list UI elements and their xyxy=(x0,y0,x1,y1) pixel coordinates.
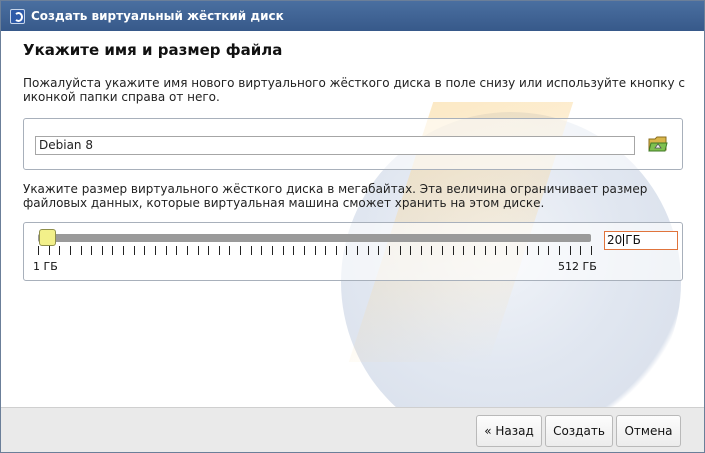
slider-tick xyxy=(112,246,113,255)
slider-tick xyxy=(240,246,241,255)
folder-open-icon[interactable] xyxy=(648,135,668,153)
button-bar: « Назад Создать Отмена xyxy=(1,407,704,452)
slider-tick xyxy=(176,246,177,255)
slider-tick xyxy=(102,246,103,255)
dialog-window: Создать виртуальный жёсткий диск Укажите… xyxy=(0,0,705,453)
wizard-page: Укажите имя и размер файла Пожалуйста ук… xyxy=(1,32,704,407)
page-title: Укажите имя и размер файла xyxy=(23,41,283,59)
slider-tick xyxy=(485,246,486,255)
cancel-button[interactable]: Отмена xyxy=(616,415,681,447)
slider-tick xyxy=(261,246,262,255)
slider-tick xyxy=(272,246,273,255)
slider-tick xyxy=(91,246,92,255)
size-description: Укажите размер виртуального жёсткого дис… xyxy=(23,182,648,210)
slider-tick xyxy=(442,246,443,255)
slider-tick xyxy=(70,246,71,255)
slider-tick xyxy=(155,246,156,255)
slider-tick xyxy=(368,246,369,255)
slider-tick xyxy=(219,246,220,255)
slider-tick xyxy=(166,246,167,255)
slider-tick xyxy=(506,246,507,255)
size-slider-handle[interactable] xyxy=(39,229,56,246)
slider-tick xyxy=(49,246,50,255)
slider-tick xyxy=(548,246,549,255)
size-slider-track[interactable] xyxy=(38,234,591,242)
slider-ticks xyxy=(38,246,598,256)
slider-tick xyxy=(389,246,390,255)
app-icon xyxy=(10,9,25,24)
slider-tick xyxy=(293,246,294,255)
slider-tick xyxy=(346,246,347,255)
slider-tick xyxy=(283,246,284,255)
slider-tick xyxy=(453,246,454,255)
slider-tick xyxy=(325,246,326,255)
slider-tick xyxy=(559,246,560,255)
slider-tick xyxy=(357,246,358,255)
window-title: Создать виртуальный жёсткий диск xyxy=(31,9,284,23)
slider-tick xyxy=(38,246,39,255)
slider-tick xyxy=(229,246,230,255)
slider-tick xyxy=(538,246,539,255)
slider-tick xyxy=(495,246,496,255)
name-group: Debian 8 xyxy=(23,118,683,170)
disk-name-input[interactable]: Debian 8 xyxy=(35,136,635,155)
slider-tick xyxy=(81,246,82,255)
title-bar: Создать виртуальный жёсткий диск xyxy=(1,1,704,31)
slider-tick xyxy=(580,246,581,255)
slider-tick xyxy=(336,246,337,255)
size-input-unit: ГБ xyxy=(625,233,641,247)
slider-tick xyxy=(123,246,124,255)
slider-max-label: 512 ГБ xyxy=(558,260,597,273)
back-button[interactable]: « Назад xyxy=(476,415,542,447)
slider-tick xyxy=(208,246,209,255)
slider-tick xyxy=(410,246,411,255)
name-description: Пожалуйста укажите имя нового виртуально… xyxy=(23,76,685,104)
size-input-number: 20 xyxy=(607,233,623,247)
create-button[interactable]: Создать xyxy=(545,415,613,447)
slider-tick xyxy=(187,246,188,255)
slider-tick xyxy=(251,246,252,255)
slider-tick xyxy=(527,246,528,255)
slider-tick xyxy=(474,246,475,255)
size-input[interactable]: 20 ГБ xyxy=(604,231,678,250)
slider-tick xyxy=(421,246,422,255)
size-group: 1 ГБ 512 ГБ 20 ГБ xyxy=(23,222,683,281)
slider-tick xyxy=(315,246,316,255)
slider-tick xyxy=(378,246,379,255)
slider-tick xyxy=(431,246,432,255)
slider-tick xyxy=(144,246,145,255)
slider-tick xyxy=(591,246,592,255)
slider-tick xyxy=(59,246,60,255)
slider-min-label: 1 ГБ xyxy=(33,260,58,273)
slider-tick xyxy=(304,246,305,255)
slider-tick xyxy=(134,246,135,255)
slider-tick xyxy=(570,246,571,255)
slider-tick xyxy=(400,246,401,255)
slider-tick xyxy=(463,246,464,255)
slider-tick xyxy=(517,246,518,255)
slider-tick xyxy=(198,246,199,255)
